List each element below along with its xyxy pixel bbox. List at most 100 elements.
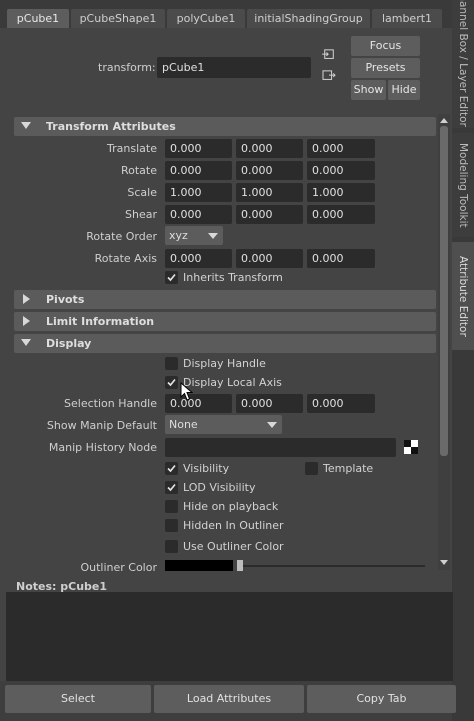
section-display[interactable]: Display	[14, 334, 436, 353]
inherits-transform-label: Inherits Transform	[183, 271, 283, 284]
rotate-axis-label: Rotate Axis	[94, 252, 157, 265]
section-pivots[interactable]: Pivots	[14, 290, 436, 309]
use-outliner-color-checkbox[interactable]	[165, 540, 178, 553]
manip-history-node-field[interactable]	[165, 438, 396, 457]
outliner-color-slider-handle[interactable]	[237, 560, 243, 571]
scrollbar-thumb[interactable]	[440, 126, 448, 456]
section-title: Limit Information	[46, 315, 155, 328]
tab-lambert1[interactable]: lambert1	[372, 9, 442, 28]
shear-x-field[interactable]: 0.000	[165, 205, 232, 224]
hidden-in-outliner-label: Hidden In Outliner	[183, 519, 284, 532]
lod-visibility-checkbox[interactable]	[165, 481, 178, 494]
outliner-color-label: Outliner Color	[80, 561, 157, 571]
scale-x-field[interactable]: 1.000	[165, 183, 232, 202]
mouse-cursor-icon	[180, 382, 194, 401]
selection-handle-z-field[interactable]: 0.000	[307, 394, 375, 413]
translate-z-field[interactable]: 0.000	[307, 139, 375, 158]
scale-label: Scale	[127, 186, 157, 199]
copy-tab-button[interactable]: Copy Tab	[307, 685, 456, 713]
use-outliner-color-label: Use Outliner Color	[183, 540, 284, 553]
rotate-z-field[interactable]: 0.000	[307, 161, 375, 180]
hide-button[interactable]: Hide	[388, 80, 420, 100]
selection-handle-y-field[interactable]: 0.000	[236, 394, 303, 413]
scroll-up-icon[interactable]	[439, 116, 449, 124]
show-manip-default-label: Show Manip Default	[46, 419, 157, 432]
shear-z-field[interactable]: 0.000	[307, 205, 375, 224]
rotate-label: Rotate	[120, 164, 157, 177]
hide-on-playback-label: Hide on playback	[183, 500, 279, 513]
rotate-axis-y-field[interactable]: 0.000	[236, 249, 303, 268]
section-title: Display	[46, 337, 92, 350]
tab-polycube1[interactable]: polyCube1	[167, 9, 245, 28]
display-handle-label: Display Handle	[183, 357, 266, 370]
side-tab-channel-box[interactable]: Channel Box / Layer Editor	[452, 0, 474, 128]
shear-y-field[interactable]: 0.000	[236, 205, 303, 224]
template-label: Template	[323, 462, 374, 475]
rotate-axis-x-field[interactable]: 0.000	[165, 249, 232, 268]
lod-visibility-label: LOD Visibility	[183, 481, 256, 494]
translate-label: Translate	[107, 142, 157, 155]
translate-x-field[interactable]: 0.000	[165, 139, 232, 158]
display-local-axis-checkbox[interactable]	[165, 376, 178, 389]
outliner-color-row: Outliner Color	[0, 559, 436, 571]
manip-history-node-label: Manip History Node	[48, 441, 157, 454]
shear-label: Shear	[125, 208, 157, 221]
collapse-arrow-icon	[21, 122, 31, 129]
check-icon	[167, 464, 176, 473]
transform-name-field[interactable]: pCube1	[157, 57, 311, 78]
rotate-axis-z-field[interactable]: 0.000	[307, 249, 375, 268]
hidden-in-outliner-checkbox[interactable]	[165, 519, 178, 532]
transform-label: transform:	[98, 61, 156, 74]
tab-initialshadinggroup[interactable]: initialShadingGroup	[247, 9, 370, 28]
selection-handle-x-field[interactable]: 0.000	[165, 394, 232, 413]
visibility-checkbox[interactable]	[165, 462, 178, 475]
side-tab-label: Channel Box / Layer Editor	[457, 0, 469, 127]
check-icon	[167, 273, 176, 282]
outliner-color-slider-track[interactable]	[240, 565, 425, 567]
outliner-color-swatch[interactable]	[165, 560, 233, 571]
side-tab-modeling-toolkit[interactable]: Modeling Toolkit	[452, 133, 474, 237]
scale-y-field[interactable]: 1.000	[236, 183, 303, 202]
tab-pcube1[interactable]: pCube1	[7, 9, 69, 28]
load-attributes-button[interactable]: Load Attributes	[154, 685, 304, 713]
scale-z-field[interactable]: 1.000	[307, 183, 375, 202]
dropdown-value: None	[169, 418, 198, 431]
side-tab-label: Modeling Toolkit	[457, 142, 469, 228]
collapse-arrow-icon	[21, 339, 31, 346]
side-tab-attribute-editor[interactable]: Attribute Editor	[452, 242, 474, 350]
node-map-icon[interactable]	[404, 440, 418, 454]
section-title: Pivots	[46, 293, 85, 306]
hide-on-playback-checkbox[interactable]	[165, 500, 178, 513]
check-icon	[167, 483, 176, 492]
show-manip-default-dropdown[interactable]: None	[165, 415, 282, 434]
presets-button[interactable]: Presets	[351, 58, 420, 78]
scroll-down-icon[interactable]	[439, 559, 449, 567]
rotate-order-dropdown[interactable]: xyz	[165, 226, 223, 245]
chevron-down-icon	[267, 422, 277, 428]
tab-pcubeshape1[interactable]: pCubeShape1	[71, 9, 165, 28]
rotate-x-field[interactable]: 0.000	[165, 161, 232, 180]
visibility-label: Visibility	[183, 462, 230, 475]
inherits-transform-checkbox[interactable]	[165, 271, 178, 284]
chevron-down-icon	[208, 233, 218, 239]
select-button[interactable]: Select	[5, 685, 151, 713]
rotate-y-field[interactable]: 0.000	[236, 161, 303, 180]
check-icon	[167, 378, 176, 387]
display-local-axis-label: Display Local Axis	[183, 376, 282, 389]
section-transform-attributes[interactable]: Transform Attributes	[14, 117, 436, 136]
dropdown-value: xyz	[169, 229, 188, 242]
selection-handle-label: Selection Handle	[64, 397, 157, 410]
show-button[interactable]: Show	[351, 80, 386, 100]
go-to-input-icon[interactable]	[322, 49, 336, 61]
go-to-output-icon[interactable]	[322, 70, 336, 82]
notes-textarea[interactable]	[6, 592, 453, 681]
section-limit-information[interactable]: Limit Information	[14, 312, 436, 331]
expand-arrow-icon	[23, 316, 30, 326]
display-handle-checkbox[interactable]	[165, 357, 178, 370]
section-title: Transform Attributes	[46, 120, 176, 133]
focus-button[interactable]: Focus	[351, 36, 420, 56]
rotate-order-label: Rotate Order	[86, 230, 157, 243]
template-checkbox[interactable]	[305, 462, 318, 475]
translate-y-field[interactable]: 0.000	[236, 139, 303, 158]
side-tab-label: Attribute Editor	[457, 255, 469, 337]
